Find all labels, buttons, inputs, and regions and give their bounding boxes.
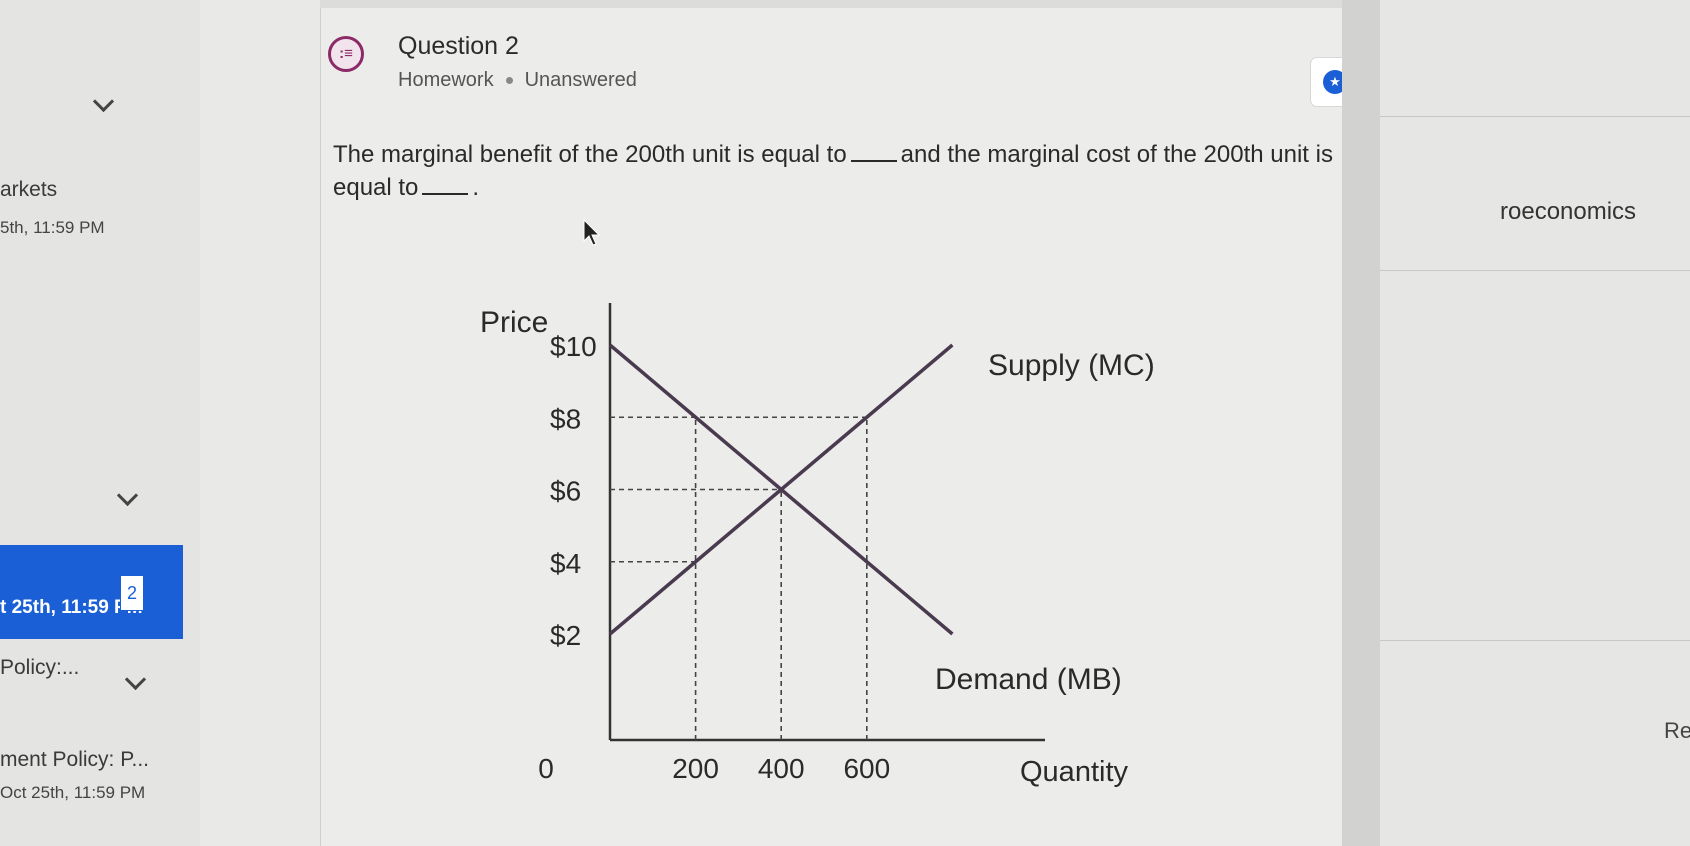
y-tick-label: $4 <box>550 548 581 579</box>
question-text-end: . <box>472 174 480 201</box>
y-tick-label: $2 <box>550 620 581 651</box>
question-text: The marginal benefit of the 200th unit i… <box>333 138 1333 204</box>
y-tick-label: $6 <box>550 476 581 507</box>
gutter <box>200 0 320 846</box>
chevron-down-icon[interactable] <box>92 90 115 113</box>
notification-badge: 2 <box>120 575 144 611</box>
divider <box>1380 270 1690 271</box>
right-card <box>1380 0 1690 846</box>
x-tick-label: 200 <box>672 753 719 784</box>
question-meta: Homework Unanswered <box>398 69 637 92</box>
x-tick-label: 400 <box>758 753 805 784</box>
course-name[interactable]: roeconomics <box>1500 198 1636 226</box>
question-type: Homework <box>398 69 494 91</box>
answer-blank-1 <box>850 142 897 162</box>
supply-demand-chart: Price Quantity $10 $8 $6 $4 $2 0 200 400 600 Su… <box>480 303 1155 788</box>
sidebar-item-title[interactable]: arkets <box>0 178 57 202</box>
sidebar-item-title[interactable]: ment Policy: P... <box>0 748 149 772</box>
series-label-demand: Demand (MB) <box>935 663 1122 696</box>
right-fragment[interactable]: Re <box>1664 718 1690 744</box>
question-status: Unanswered <box>524 69 637 91</box>
divider <box>1380 116 1690 117</box>
sidebar-item-active[interactable]: t 25th, 11:59 PM 2 <box>0 545 183 639</box>
sidebar-item-due: Oct 25th, 11:59 PM <box>0 783 146 802</box>
x-axis-label: Quantity <box>1020 756 1128 788</box>
question-list-icon: :≡ <box>328 36 364 72</box>
sidebar-item-title[interactable]: Policy:... <box>0 656 79 680</box>
x-tick-label: 0 <box>538 753 554 784</box>
y-tick-label: $8 <box>550 403 581 434</box>
question-text-part1: The marginal benefit of the 200th unit i… <box>333 141 847 168</box>
mouse-cursor-icon <box>583 219 601 246</box>
x-tick-label: 600 <box>843 753 890 784</box>
chevron-down-icon[interactable] <box>116 484 139 507</box>
sidebar-item-due: 5th, 11:59 PM <box>0 218 105 237</box>
separator-dot <box>505 77 513 85</box>
series-label-supply: Supply (MC) <box>988 349 1155 382</box>
y-axis-label: Price <box>480 306 548 339</box>
question-title: Question 2 <box>398 32 519 60</box>
divider <box>1380 640 1690 641</box>
y-tick-label: $10 <box>550 331 597 362</box>
answer-blank-2 <box>422 175 469 195</box>
sidebar: arkets 5th, 11:59 PM <box>0 0 200 846</box>
